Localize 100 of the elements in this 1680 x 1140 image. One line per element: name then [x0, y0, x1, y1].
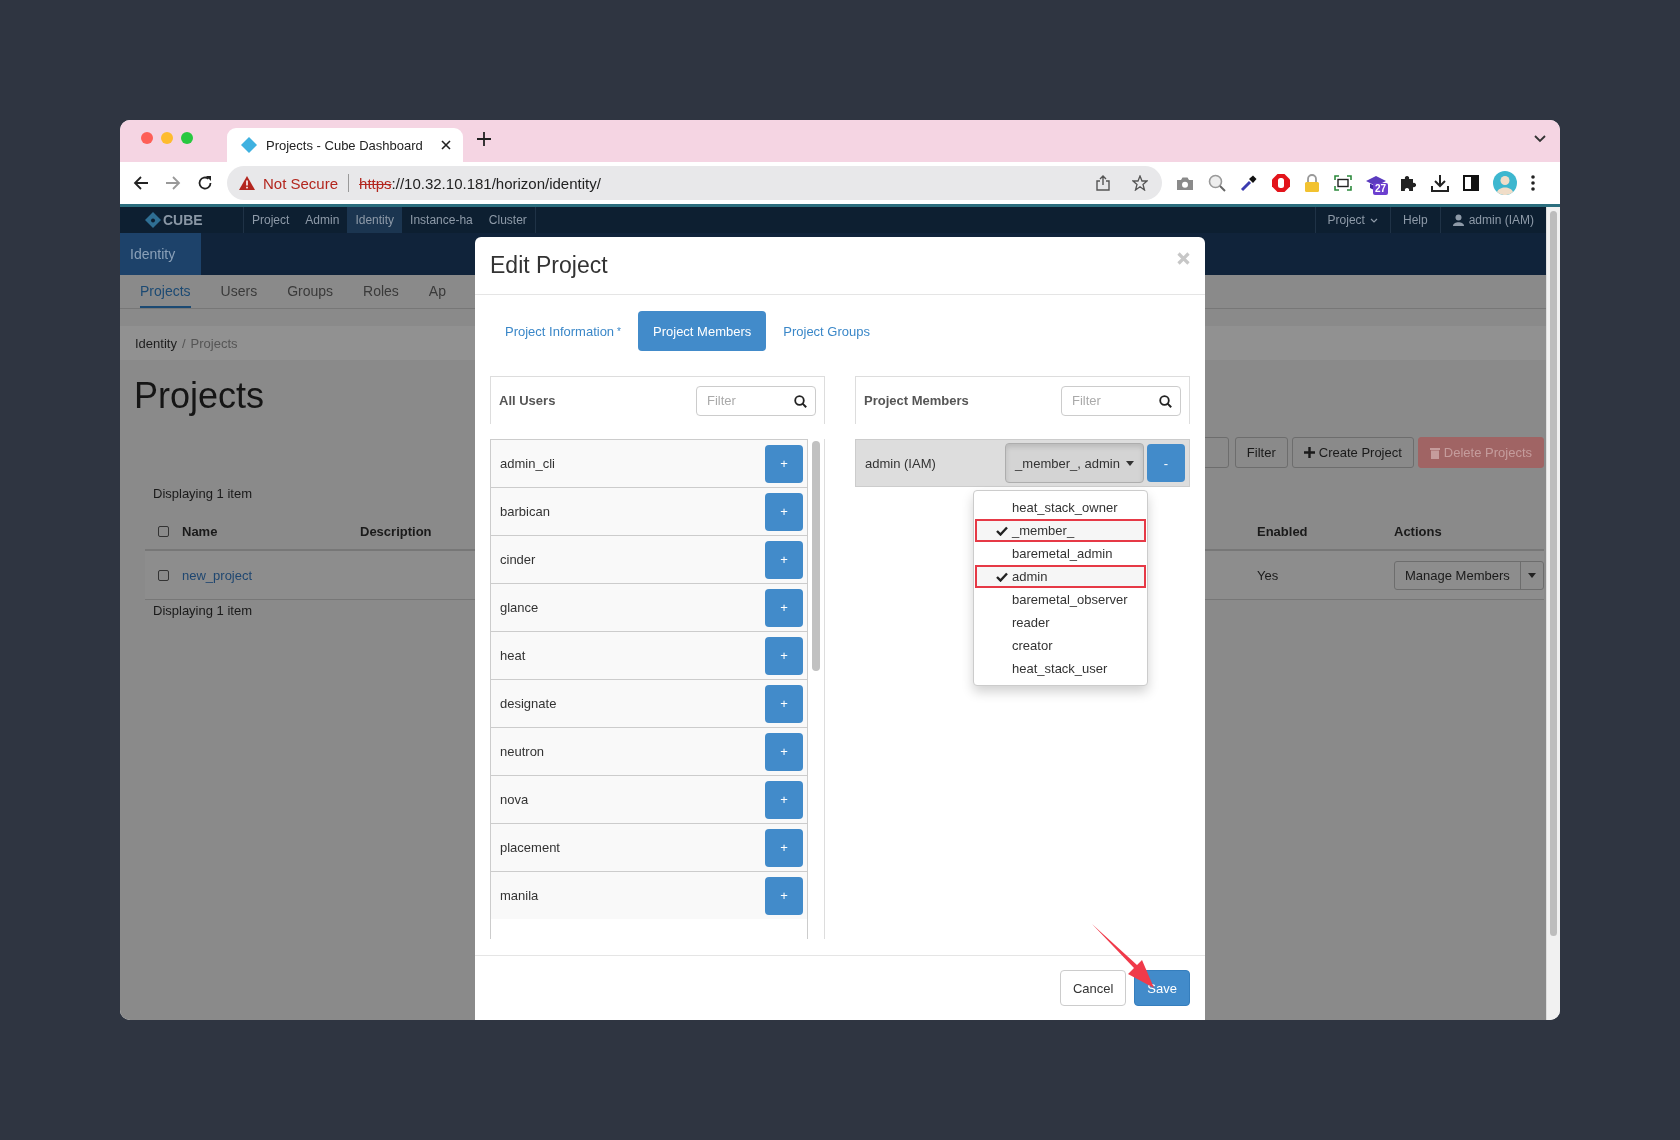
- search-icon[interactable]: [1159, 394, 1172, 408]
- share-icon[interactable]: [1096, 175, 1110, 191]
- member-name: admin (IAM): [865, 455, 937, 471]
- scrollbar-thumb[interactable]: [1550, 211, 1557, 936]
- eyedropper-icon[interactable]: [1240, 174, 1258, 192]
- url-text[interactable]: https://10.32.10.181/horizon/identity/: [359, 174, 601, 192]
- user-name: heat: [500, 648, 527, 663]
- section-tab[interactable]: Groups: [287, 275, 334, 308]
- close-icon[interactable]: [441, 140, 451, 150]
- add-button[interactable]: +: [765, 492, 804, 531]
- user-name: glance: [500, 600, 540, 615]
- address-bar[interactable]: Not Secure https://10.32.10.181/horizon/identity/: [227, 166, 1162, 200]
- notification-badge: 27: [1373, 183, 1389, 195]
- camera-icon[interactable]: [1176, 175, 1194, 191]
- puzzle-icon[interactable]: [1400, 174, 1417, 192]
- create-button[interactable]: Create Project: [1291, 437, 1414, 468]
- nav-item[interactable]: Admin: [297, 207, 348, 233]
- dialog-title: Edit Project: [490, 252, 608, 279]
- column-header: Enabled: [1257, 523, 1308, 539]
- table-cell: Yes: [1257, 567, 1279, 583]
- download-icon[interactable]: [1431, 174, 1449, 192]
- dialog-tab[interactable]: Project Groups: [768, 311, 885, 351]
- nav-item[interactable]: Identity: [347, 207, 403, 233]
- column-header: Name: [182, 523, 218, 539]
- add-button[interactable]: +: [765, 828, 804, 867]
- role-option[interactable]: baremetal_admin: [975, 542, 1146, 565]
- user-name: neutron: [500, 744, 546, 759]
- padlock-icon[interactable]: [1304, 174, 1320, 192]
- user-name: cinder: [500, 552, 537, 567]
- plus-icon: [1303, 447, 1315, 458]
- chevron-down-icon[interactable]: [1534, 135, 1546, 143]
- column-header: Description: [360, 523, 432, 539]
- add-button[interactable]: +: [765, 588, 804, 627]
- filter-field[interactable]: Filter: [1061, 385, 1181, 416]
- screen-capture-icon[interactable]: [1334, 175, 1352, 191]
- scrollbar-thumb[interactable]: [812, 441, 821, 671]
- checkbox[interactable]: [158, 525, 169, 537]
- checkbox[interactable]: [158, 569, 169, 581]
- nav-item[interactable]: Cluster: [480, 207, 535, 233]
- browser-tab[interactable]: Projects - Cube Dashboard: [227, 128, 463, 162]
- back-arrow-icon[interactable]: [133, 175, 149, 191]
- caret-icon: [1125, 461, 1134, 466]
- role-option[interactable]: baremetal_observer: [975, 588, 1146, 611]
- security-label[interactable]: Not Secure: [263, 174, 339, 192]
- breadcrumb-item: Projects: [190, 335, 238, 351]
- role-option[interactable]: _member_: [975, 519, 1146, 542]
- panel-title: Project Members: [864, 393, 969, 408]
- cancel-button[interactable]: Cancel: [1059, 970, 1127, 1006]
- role-select[interactable]: _member_, admin: [1005, 443, 1144, 483]
- item-count: Displaying 1 item: [153, 603, 252, 618]
- role-option[interactable]: reader: [975, 611, 1146, 634]
- section-tab[interactable]: Ap: [428, 275, 446, 308]
- add-button[interactable]: +: [765, 684, 804, 723]
- add-button[interactable]: +: [765, 876, 804, 915]
- dialog-tab[interactable]: Project Members: [638, 311, 767, 351]
- caret-icon[interactable]: [1527, 572, 1536, 578]
- add-button[interactable]: +: [765, 444, 804, 483]
- diamond-icon: [241, 137, 257, 153]
- star-icon[interactable]: [1132, 175, 1148, 191]
- remove-button[interactable]: -: [1147, 444, 1185, 482]
- warning-icon: [239, 176, 255, 190]
- user-name: admin_cli: [500, 456, 556, 471]
- add-button[interactable]: +: [765, 732, 804, 771]
- project-link[interactable]: new_project: [182, 567, 253, 583]
- section-tab[interactable]: Users: [220, 275, 258, 308]
- add-button[interactable]: +: [765, 636, 804, 675]
- column-header: Actions: [1394, 523, 1442, 539]
- add-button[interactable]: +: [765, 540, 804, 579]
- section-tab[interactable]: Projects: [140, 275, 191, 308]
- chevron-down-icon: [1369, 217, 1378, 223]
- breadcrumb-item[interactable]: Identity: [135, 335, 177, 351]
- forward-arrow-icon[interactable]: [165, 175, 181, 191]
- search-icon[interactable]: [794, 394, 807, 408]
- filter-button[interactable]: Filter: [1234, 437, 1288, 468]
- role-option[interactable]: heat_stack_owner: [975, 496, 1146, 519]
- role-option[interactable]: creator: [975, 634, 1146, 657]
- menu-icon[interactable]: [1531, 175, 1535, 191]
- role-option[interactable]: heat_stack_user: [975, 657, 1146, 680]
- nav-item[interactable]: Project: [244, 207, 298, 233]
- check-icon: [996, 572, 1008, 582]
- role-option[interactable]: admin: [975, 565, 1146, 588]
- item-count: Displaying 1 item: [153, 486, 252, 501]
- user-name: placement: [500, 840, 561, 855]
- magnifier-icon[interactable]: [1208, 174, 1226, 192]
- reload-icon[interactable]: [197, 175, 213, 191]
- check-icon: [996, 526, 1008, 536]
- action-split-button[interactable]: Manage Members: [1394, 560, 1544, 590]
- section-tab[interactable]: Roles: [363, 275, 399, 308]
- user-icon: [1452, 214, 1464, 226]
- stop-sign-icon[interactable]: [1272, 174, 1290, 192]
- save-button[interactable]: Save: [1134, 970, 1190, 1006]
- filter-field[interactable]: Filter: [696, 385, 816, 416]
- breadcrumb-separator: /: [181, 335, 186, 351]
- user-name: designate: [500, 696, 558, 711]
- user-name: barbican: [500, 504, 551, 519]
- plus-icon[interactable]: [477, 132, 491, 146]
- nav-item[interactable]: Instance-ha: [402, 207, 481, 233]
- page-title: Projects: [134, 374, 265, 418]
- sidebar-icon[interactable]: [1463, 175, 1479, 191]
- add-button[interactable]: +: [765, 780, 804, 819]
